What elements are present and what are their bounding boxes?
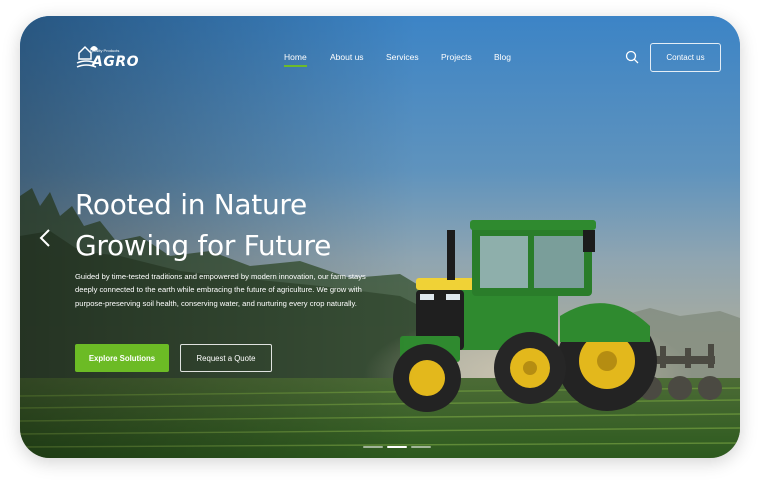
slider-dot-1[interactable]	[363, 446, 383, 448]
search-icon[interactable]	[625, 50, 639, 64]
slider-dot-3[interactable]	[411, 446, 431, 448]
nav-item-home[interactable]: Home	[284, 52, 307, 67]
explore-solutions-button[interactable]: Explore Solutions	[75, 344, 169, 372]
hero-description: Guided by time-tested traditions and emp…	[75, 272, 366, 308]
nav-item-about[interactable]: About us	[330, 52, 364, 62]
contact-us-button[interactable]: Contact us	[650, 43, 721, 72]
brand-tagline: Quality Products	[90, 48, 120, 53]
hero-title-line2: Growing for Future	[75, 229, 331, 262]
hero-title-line1: Rooted in Nature	[75, 188, 307, 221]
slider-dot-2[interactable]	[387, 446, 407, 448]
hero-card: Quality Products AGRO Home About us Serv…	[20, 16, 740, 458]
nav-item-services[interactable]: Services	[386, 52, 419, 62]
hero-title: Rooted in Nature Growing for Future	[75, 184, 331, 266]
nav-item-projects[interactable]: Projects	[441, 52, 472, 62]
brand-logo[interactable]: Quality Products AGRO	[76, 43, 140, 73]
brand-name: AGRO	[92, 54, 140, 70]
request-quote-button[interactable]: Request a Quote	[180, 344, 272, 372]
slider-pagination	[363, 446, 431, 448]
nav-item-blog[interactable]: Blog	[494, 52, 511, 62]
chevron-left-icon[interactable]	[38, 228, 52, 248]
